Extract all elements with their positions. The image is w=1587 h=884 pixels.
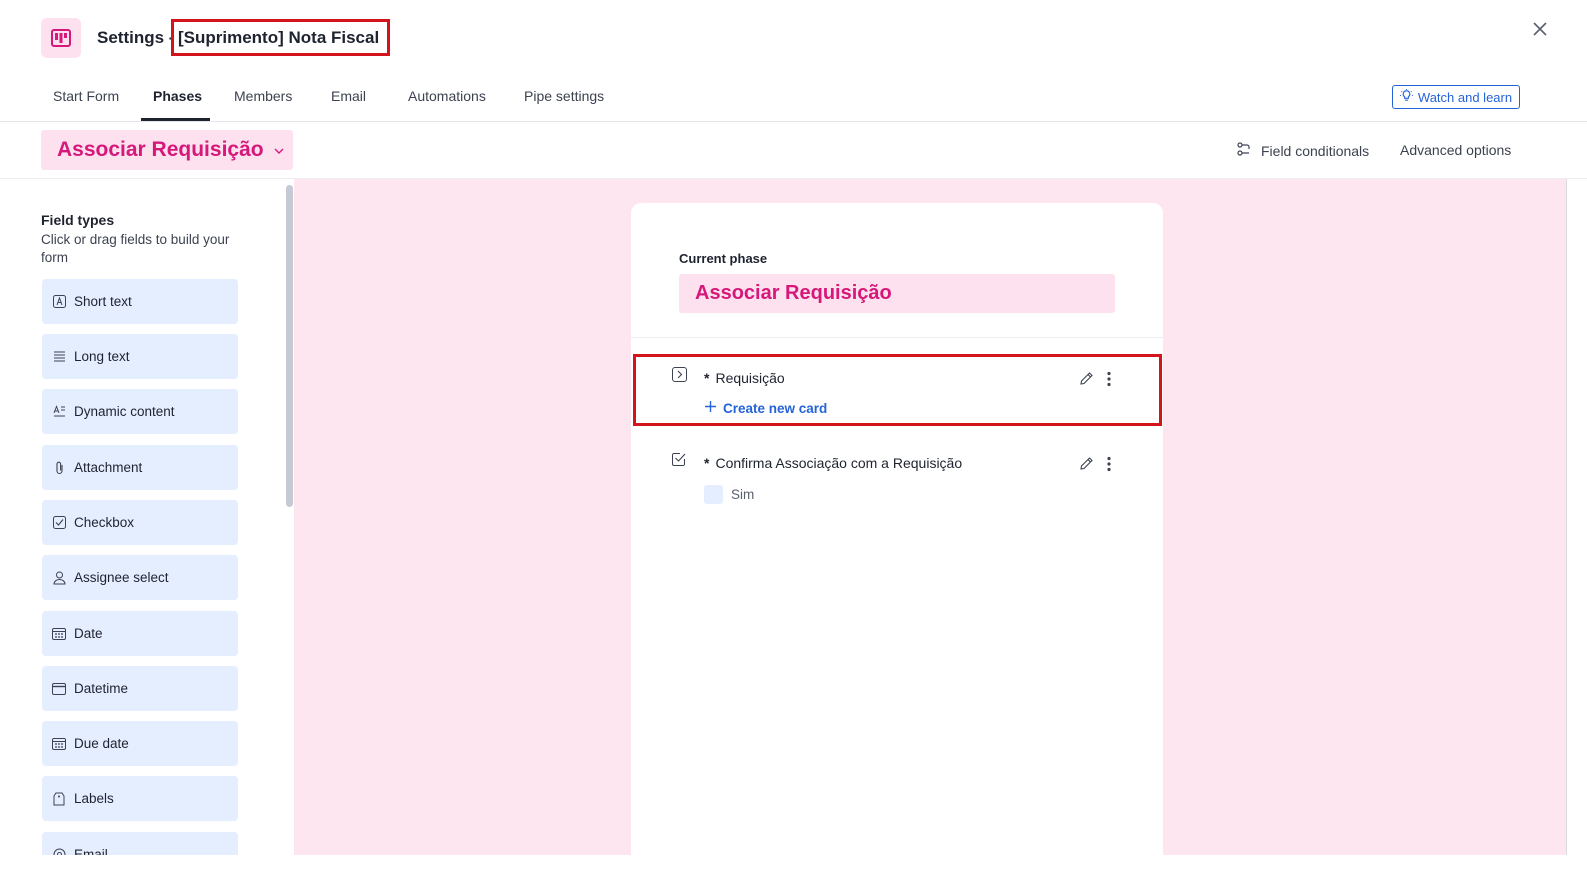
field-type-assignee-select[interactable]: Assignee select xyxy=(42,555,238,600)
field-type-label: Checkbox xyxy=(74,515,135,530)
edit-pencil-icon[interactable] xyxy=(1079,456,1095,472)
paperclip-icon xyxy=(52,461,66,475)
current-phase-label: Current phase xyxy=(679,251,768,266)
field-type-datetime[interactable]: Datetime xyxy=(42,666,238,711)
short-text-icon xyxy=(52,295,66,309)
connection-field-icon xyxy=(672,367,687,382)
phase-dropdown[interactable]: Associar Requisição xyxy=(41,130,293,170)
sidebar-scrollbar[interactable] xyxy=(286,185,293,507)
field-type-label: Long text xyxy=(74,349,130,364)
at-icon xyxy=(52,848,66,855)
field-types-sidebar: Field types Click or drag fields to buil… xyxy=(0,179,294,855)
field-label: * Requisição xyxy=(704,370,785,386)
close-icon[interactable] xyxy=(1531,20,1549,38)
user-icon xyxy=(52,571,66,585)
field-type-label: Due date xyxy=(74,736,129,751)
field-type-label: Email xyxy=(74,847,108,855)
watch-and-learn-button[interactable]: Watch and learn xyxy=(1392,85,1520,109)
field-types-subtitle: Click or drag fields to build your form xyxy=(41,232,230,265)
checkbox-field-icon xyxy=(672,452,686,466)
datetime-icon xyxy=(52,682,66,696)
card-divider xyxy=(631,337,1163,338)
calendar-icon xyxy=(52,627,66,641)
field-conditionals-label: Field conditionals xyxy=(1261,142,1370,159)
phase-toolbar: Associar Requisição Field conditionals A… xyxy=(0,122,1587,179)
checkbox-square[interactable] xyxy=(704,485,723,504)
current-phase-name: Associar Requisição xyxy=(679,274,1115,313)
checkbox-option-label: Sim xyxy=(731,487,755,502)
plus-icon xyxy=(704,400,717,416)
field-type-attachment[interactable]: Attachment xyxy=(42,445,238,490)
calendar-icon xyxy=(52,737,66,751)
long-text-icon xyxy=(52,350,66,364)
field-type-short-text[interactable]: Short text xyxy=(42,279,238,324)
bottom-edge xyxy=(0,855,1587,884)
required-mark: * xyxy=(704,370,710,386)
tab-start-form[interactable]: Start Form xyxy=(53,88,119,104)
field-type-label: Attachment xyxy=(74,460,143,475)
checkbox-icon xyxy=(52,516,66,530)
dynamic-content-icon xyxy=(52,405,66,419)
active-tab-indicator xyxy=(141,118,210,121)
tab-email[interactable]: Email xyxy=(331,88,366,104)
field-types-title: Field types xyxy=(41,212,115,228)
field-type-label: Labels xyxy=(74,791,114,806)
field-label-text: Requisição xyxy=(715,370,785,386)
field-type-label: Dynamic content xyxy=(74,404,175,419)
field-label-text: Confirma Associação com a Requisição xyxy=(715,455,963,471)
field-type-checkbox[interactable]: Checkbox xyxy=(42,500,238,545)
tab-phases[interactable]: Phases xyxy=(153,88,202,104)
field-type-label: Date xyxy=(74,626,103,641)
field-label: * Confirma Associação com a Requisição xyxy=(704,455,962,471)
field-type-label: Datetime xyxy=(74,681,129,696)
required-mark: * xyxy=(704,455,710,471)
field-type-due-date[interactable]: Due date xyxy=(42,721,238,766)
tab-members[interactable]: Members xyxy=(234,88,292,104)
tag-icon xyxy=(52,792,66,806)
conditional-icon xyxy=(1237,142,1253,159)
canvas-edge xyxy=(1566,179,1587,855)
field-conditionals-button[interactable]: Field conditionals xyxy=(1237,142,1369,159)
phase-dropdown-label: Associar Requisição xyxy=(57,138,264,161)
advanced-options-button[interactable]: Advanced options xyxy=(1400,142,1511,158)
pipe-kanban-icon xyxy=(41,18,81,58)
settings-title-prefix: Settings - xyxy=(97,28,175,47)
chevron-down-icon xyxy=(274,141,284,159)
settings-header: Settings - [Suprimento] Nota Fiscal xyxy=(0,0,1587,76)
more-options-icon[interactable] xyxy=(1106,371,1114,387)
edit-pencil-icon[interactable] xyxy=(1079,371,1095,387)
settings-tabs: Start Form Phases Members Email Automati… xyxy=(0,76,1587,122)
checkbox-option-sim[interactable]: Sim xyxy=(704,485,754,504)
tab-pipe-settings[interactable]: Pipe settings xyxy=(524,88,604,104)
field-type-label: Assignee select xyxy=(74,570,169,585)
lightbulb-icon xyxy=(1399,89,1413,105)
field-type-email[interactable]: Email xyxy=(42,832,238,855)
pipe-name-title: [Suprimento] Nota Fiscal xyxy=(171,19,391,56)
tab-automations[interactable]: Automations xyxy=(408,88,486,104)
more-options-icon[interactable] xyxy=(1106,456,1114,472)
watch-and-learn-label: Watch and learn xyxy=(1417,89,1513,105)
field-type-label: Short text xyxy=(74,294,132,309)
field-type-long-text[interactable]: Long text xyxy=(42,334,238,379)
create-new-card-link[interactable]: Create new card xyxy=(704,400,827,416)
phase-form-card: Current phase Associar Requisição * Requi… xyxy=(631,203,1163,855)
field-type-dynamic-content[interactable]: Dynamic content xyxy=(42,389,238,434)
create-new-card-label: Create new card xyxy=(723,400,828,416)
field-type-labels[interactable]: Labels xyxy=(42,776,238,821)
field-type-date[interactable]: Date xyxy=(42,611,238,656)
pipe-name-text: [Suprimento] Nota Fiscal xyxy=(178,27,380,47)
